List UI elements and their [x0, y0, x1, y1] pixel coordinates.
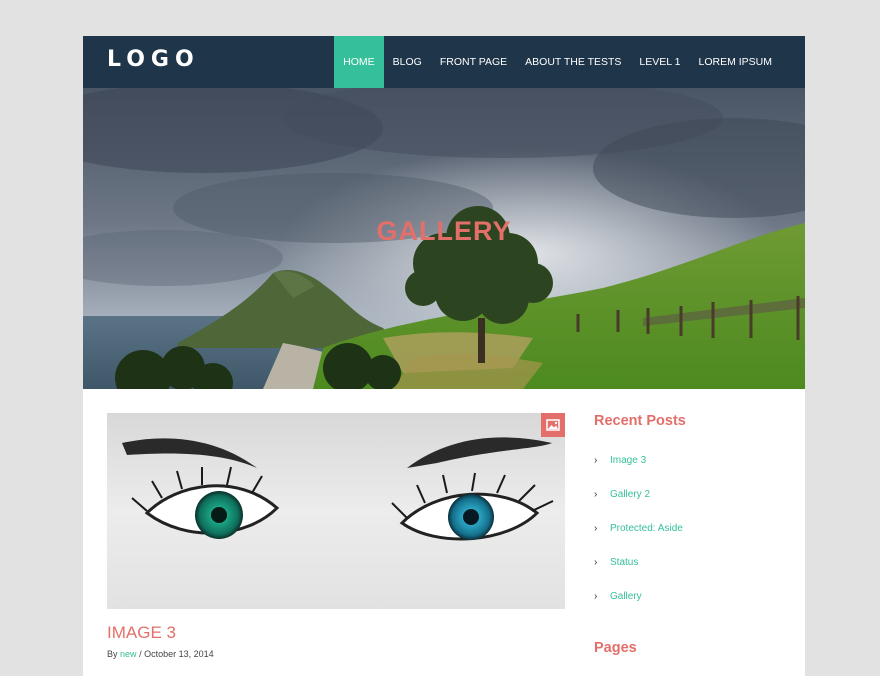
main-nav: HOME BLOG FRONT PAGE ABOUT THE TESTS LEV… — [334, 36, 781, 88]
recent-post-item[interactable]: › Gallery 2 — [594, 489, 683, 523]
chevron-right-icon: › — [594, 489, 598, 500]
recent-post-item[interactable]: › Image 3 — [594, 455, 683, 489]
post-author-link[interactable]: new — [120, 649, 137, 659]
nav-item-level-1[interactable]: LEVEL 1 — [630, 36, 689, 88]
chevron-right-icon: › — [594, 557, 598, 568]
recent-post-link[interactable]: Protected: Aside — [604, 523, 683, 535]
image-icon — [546, 419, 560, 431]
recent-post-item[interactable]: › Protected: Aside — [594, 523, 683, 557]
byline-prefix: By — [107, 649, 118, 659]
nav-item-front-page[interactable]: FRONT PAGE — [431, 36, 516, 88]
eyes-photo — [107, 413, 565, 609]
site-logo[interactable]: LOGO — [107, 47, 200, 73]
nav-item-home[interactable]: HOME — [334, 36, 384, 88]
featured-image[interactable] — [107, 413, 565, 609]
recent-post-link[interactable]: Status — [604, 557, 638, 569]
site-header: LOGO HOME BLOG FRONT PAGE ABOUT THE TEST… — [83, 36, 805, 88]
page-container: LOGO HOME BLOG FRONT PAGE ABOUT THE TEST… — [83, 36, 805, 676]
recent-post-item[interactable]: › Status — [594, 557, 683, 591]
pages-widget-title: Pages — [594, 640, 637, 656]
recent-post-link[interactable]: Gallery — [604, 591, 642, 603]
hero-banner: GALLERY — [83, 88, 805, 389]
recent-post-link[interactable]: Gallery 2 — [604, 489, 650, 501]
recent-post-link[interactable]: Image 3 — [604, 455, 646, 467]
chevron-right-icon: › — [594, 523, 598, 534]
recent-posts-list: › Image 3 › Gallery 2 › Protected: Aside… — [594, 455, 683, 625]
nav-item-about-the-tests[interactable]: ABOUT THE TESTS — [516, 36, 630, 88]
post-date: October 13, 2014 — [144, 649, 214, 659]
meta-separator: / — [139, 649, 142, 659]
post-format-badge[interactable] — [541, 413, 565, 437]
post-title[interactable]: IMAGE 3 — [107, 623, 176, 643]
post-list: IMAGE 3 By new / October 13, 2014 — [107, 413, 565, 659]
recent-posts-title: Recent Posts — [594, 413, 686, 429]
sidebar: Recent Posts › Image 3 › Gallery 2 › Pro… — [594, 413, 784, 656]
chevron-right-icon: › — [594, 591, 598, 602]
chevron-right-icon: › — [594, 455, 598, 466]
recent-post-item[interactable]: › Gallery — [594, 591, 683, 625]
nav-item-lorem-ipsum[interactable]: LOREM IPSUM — [689, 36, 781, 88]
nav-item-blog[interactable]: BLOG — [384, 36, 431, 88]
post-meta: By new / October 13, 2014 — [107, 649, 214, 659]
hero-title: GALLERY — [376, 216, 512, 246]
